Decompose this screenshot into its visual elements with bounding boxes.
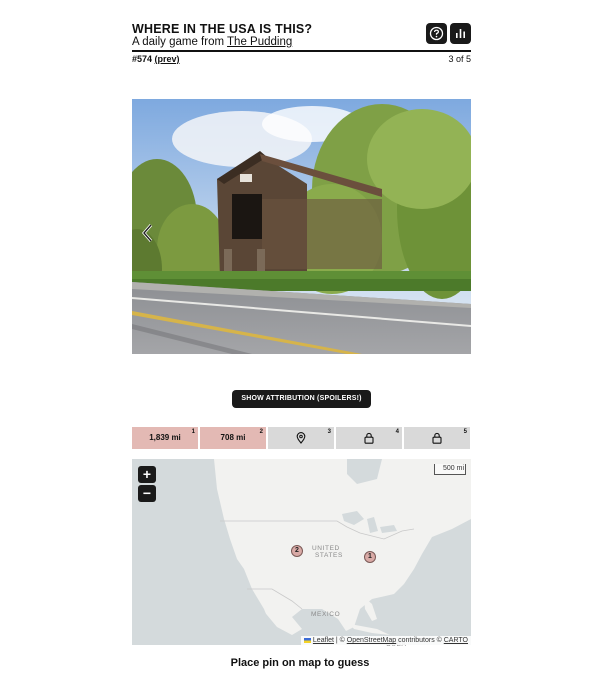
guess-instruction: Place pin on map to guess [230,657,370,669]
guess-distance: 1,839 mi [149,433,181,442]
guess-slot-5: 5 [404,427,470,449]
photo-pagination: 3 of 5 [448,54,471,64]
guess-slot-3: 3 [268,427,334,449]
guess-index: 5 [463,429,467,435]
guess-index: 3 [327,429,331,435]
zoom-out-button[interactable]: − [138,485,156,502]
header-divider [132,50,471,52]
guess-tracker: 1,839 mi 1 708 mi 2 3 4 5 [132,427,471,449]
guess-distance: 708 mi [220,433,246,442]
page-title: WHERE IN THE USA IS THIS? [132,22,313,36]
help-circle-icon [429,26,444,41]
subtitle: A daily game from The Pudding [132,36,292,48]
lock-icon [364,432,374,444]
header: WHERE IN THE USA IS THIS? A daily game f… [132,21,471,53]
guess-marker-1[interactable]: 1 [364,551,376,563]
puzzle-bar: #574 (prev) 3 of 5 [132,54,471,66]
lock-icon [432,432,442,444]
map-attribution: Leaflet | © OpenStreetMap contributors ©… [300,636,471,645]
guess-index: 2 [259,429,263,435]
zoom-in-button[interactable]: + [138,466,156,483]
guess-slot-1: 1,839 mi 1 [132,427,198,449]
map-label-states: STATES [315,552,343,559]
guess-index: 4 [395,429,399,435]
show-attribution-button[interactable]: SHOW ATTRIBUTION (SPOILERS!) [232,390,371,408]
osm-link[interactable]: OpenStreetMap [347,637,396,644]
prev-puzzle-link[interactable]: (prev) [155,54,180,64]
help-button[interactable] [426,23,447,44]
pudding-link[interactable]: The Pudding [227,36,292,48]
map-pin-icon [296,432,306,444]
ukraine-flag-icon [303,637,311,643]
guess-slot-2: 708 mi 2 [200,427,266,449]
puzzle-number: #574 (prev) [132,54,180,64]
chevron-left-icon [142,224,153,242]
prev-photo-button[interactable] [140,222,154,244]
subtitle-text: A daily game from [132,36,228,48]
leaflet-link[interactable]: Leaflet [313,637,334,644]
guess-slot-4: 4 [336,427,402,449]
stats-button[interactable] [450,23,471,44]
bar-chart-icon [456,29,465,38]
guess-index: 1 [191,429,195,435]
carto-link[interactable]: CARTO [444,637,468,644]
map-label-united: UNITED [312,545,340,552]
map-label-mexico: MEXICO [311,611,341,618]
location-photo [132,99,471,354]
map-scale: 500 mi [434,464,466,475]
guess-marker-2[interactable]: 2 [291,545,303,557]
